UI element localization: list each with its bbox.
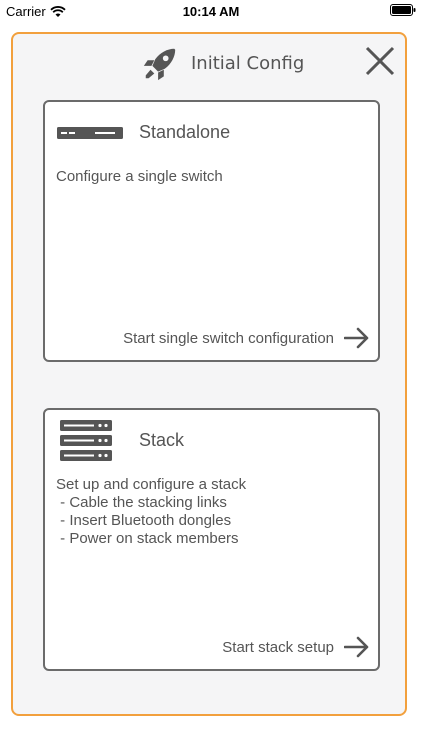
stack-title: Stack — [139, 430, 185, 450]
start-single-switch-button[interactable]: Start single switch configuration — [123, 326, 370, 350]
start-stack-setup-button[interactable]: Start stack setup — [222, 635, 370, 659]
stack-card[interactable]: Stack Set up and configure a stack - Cab… — [43, 408, 380, 671]
description-line: Configure a single switch — [56, 168, 223, 185]
close-icon[interactable] — [365, 46, 395, 76]
standalone-card[interactable]: Standalone Configure a single switch Sta… — [43, 100, 380, 362]
modal-header: Initial Config — [13, 34, 405, 94]
modal-title: Initial Config — [191, 53, 305, 74]
description-line: Set up and configure a stack — [56, 476, 247, 493]
description-line: - Insert Bluetooth dongles — [56, 512, 232, 529]
stack-description: Set up and configure a stack - Cable the… — [56, 476, 246, 548]
stack-icon — [60, 420, 112, 461]
arrow-right-icon — [344, 636, 369, 658]
standalone-description: Configure a single switch — [56, 168, 223, 186]
battery-icon — [390, 4, 416, 16]
rocket-icon — [143, 48, 176, 81]
standalone-title: Standalone — [139, 122, 231, 142]
status-time: 10:14 AM — [182, 4, 240, 19]
switch-icon — [57, 127, 123, 139]
description-line: - Power on stack members — [56, 530, 239, 547]
description-line: - Cable the stacking links — [56, 494, 227, 511]
action-label: Start single switch configuration — [123, 329, 334, 347]
arrow-right-icon — [344, 327, 369, 349]
status-bar: Carrier 10:14 AM — [0, 0, 422, 22]
status-right — [390, 4, 416, 19]
initial-config-modal: Initial Config Standalone Configure a si… — [11, 32, 407, 716]
action-label: Start stack setup — [222, 638, 334, 656]
